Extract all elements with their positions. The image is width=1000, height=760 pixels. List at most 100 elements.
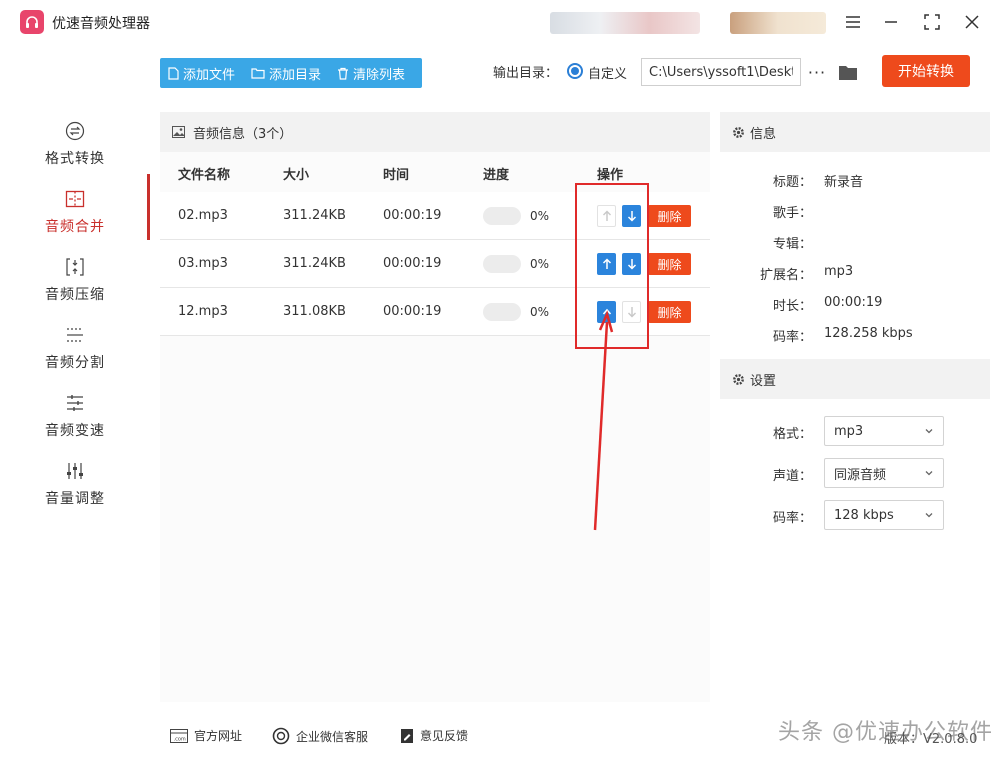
output-path-input[interactable]: [641, 58, 801, 86]
sidebar-active-indicator: [147, 174, 150, 240]
progress-percent: 0%: [530, 209, 550, 223]
folder-icon[interactable]: [836, 60, 860, 84]
menu-icon[interactable]: [840, 10, 866, 34]
wechat-label: 企业微信客服: [296, 729, 369, 744]
progress-percent: 0%: [530, 257, 550, 271]
file-toolbar: 添加文件 添加目录 清除列表: [160, 58, 422, 88]
bitrate-select[interactable]: 128 kbps: [824, 500, 944, 530]
start-convert-button[interactable]: 开始转换: [882, 55, 970, 87]
chevron-down-icon: [925, 429, 933, 434]
output-directory-label: 输出目录：: [493, 66, 559, 81]
wechat-service-link[interactable]: 企业微信客服: [272, 727, 368, 745]
settings-panel: 设置 格式： mp3 声道： 同源音频 码率： 128 kbps: [720, 359, 990, 702]
feedback-link[interactable]: 意见反馈: [400, 727, 468, 744]
file-name: 12.mp3: [178, 304, 228, 319]
sidebar: 格式转换 音频合并 音频压缩 音频分割 音频变速 音量调整: [0, 44, 150, 700]
info-label: 歌手：: [772, 206, 812, 221]
setting-label: 码率：: [772, 511, 812, 526]
add-folder-button[interactable]: 添加目录: [243, 58, 329, 88]
file-icon: [168, 66, 179, 80]
sidebar-item-label: 音频合并: [45, 219, 105, 235]
progress-percent: 0%: [530, 305, 550, 319]
audio-merge-icon: [64, 188, 86, 210]
column-time: 时间: [383, 168, 410, 183]
chat-icon: [272, 727, 290, 745]
sidebar-item-format-convert[interactable]: 格式转换: [0, 114, 150, 176]
title-bar: 优速音频处理器: [0, 0, 1000, 44]
file-size: 311.08KB: [283, 304, 346, 319]
feedback-label: 意见反馈: [420, 729, 469, 743]
settings-header: 设置: [720, 359, 990, 399]
info-label: 时长：: [772, 299, 812, 314]
setting-label: 格式：: [772, 427, 812, 442]
column-size: 大小: [283, 168, 310, 183]
official-website-link[interactable]: .com 官方网址: [170, 727, 242, 744]
sidebar-item-audio-compress[interactable]: 音频压缩: [0, 250, 150, 312]
volume-adjust-icon: [64, 460, 86, 482]
file-name: 03.mp3: [178, 256, 228, 271]
custom-directory-radio[interactable]: [567, 63, 583, 79]
folder-outline-icon: [251, 68, 265, 79]
file-duration: 00:00:19: [383, 304, 442, 319]
delete-button[interactable]: 删除: [648, 205, 691, 227]
file-size: 311.24KB: [283, 208, 346, 223]
gear-icon: [733, 373, 744, 385]
file-duration: 00:00:19: [383, 256, 442, 271]
delete-button[interactable]: 删除: [648, 253, 691, 275]
format-select[interactable]: mp3: [824, 416, 944, 446]
add-file-button[interactable]: 添加文件: [160, 58, 243, 88]
column-progress: 进度: [483, 168, 510, 183]
chevron-down-icon: [925, 513, 933, 518]
format-convert-icon: [64, 120, 86, 142]
format-value: mp3: [834, 423, 864, 439]
footer: .com 官方网址 企业微信客服 意见反馈 头条 @优速办公软件 版本：V2.0…: [150, 712, 1000, 760]
version-text: 版本：V2.0.8.0: [884, 732, 978, 747]
trash-icon: [338, 67, 349, 80]
sidebar-item-label: 音量调整: [45, 491, 105, 507]
sidebar-item-label: 格式转换: [45, 151, 105, 167]
info-label: 码率：: [772, 330, 812, 345]
sidebar-item-audio-speed[interactable]: 音频变速: [0, 386, 150, 448]
file-count-title: 音频信息（3个）: [193, 126, 293, 142]
info-value: 新录音: [824, 175, 864, 190]
info-value: 00:00:19: [824, 295, 883, 310]
website-icon: .com: [170, 728, 188, 743]
sidebar-item-audio-merge[interactable]: 音频合并: [0, 182, 150, 244]
file-duration: 00:00:19: [383, 208, 442, 223]
svg-text:.com: .com: [174, 736, 186, 742]
delete-button[interactable]: 删除: [648, 301, 691, 323]
blurred-user-info: [550, 12, 700, 34]
image-icon: [172, 126, 185, 138]
feedback-icon: [400, 728, 414, 744]
info-label: 专辑：: [772, 237, 812, 252]
blurred-user-avatar: [730, 12, 826, 34]
sidebar-item-audio-split[interactable]: 音频分割: [0, 318, 150, 380]
sidebar-item-volume-adjust[interactable]: 音量调整: [0, 454, 150, 516]
info-label: 扩展名：: [759, 268, 812, 283]
channel-value: 同源音频: [834, 467, 887, 483]
more-options-button[interactable]: ···: [806, 60, 828, 84]
info-label: 标题：: [772, 175, 812, 190]
clear-list-label: 清除列表: [353, 67, 406, 83]
annotation-highlight-box: [575, 183, 649, 349]
progress-bar: [483, 303, 521, 321]
bitrate-value: 128 kbps: [834, 507, 894, 523]
progress-bar: [483, 207, 521, 225]
close-icon[interactable]: [959, 10, 985, 34]
maximize-icon[interactable]: [919, 10, 945, 34]
info-value: 128.258 kbps: [824, 326, 913, 341]
audio-split-icon: [64, 324, 86, 346]
website-label: 官方网址: [194, 729, 243, 743]
app-logo-icon: [20, 10, 44, 34]
minimize-icon[interactable]: [878, 10, 904, 34]
file-size: 311.24KB: [283, 256, 346, 271]
info-title: 信息: [750, 126, 777, 142]
column-name: 文件名称: [178, 168, 231, 183]
sidebar-item-label: 音频分割: [45, 355, 105, 371]
app-title: 优速音频处理器: [52, 16, 150, 32]
progress-bar: [483, 255, 521, 273]
info-value: mp3: [824, 264, 854, 279]
clear-list-button[interactable]: 清除列表: [329, 58, 413, 88]
file-list-header: 音频信息（3个）: [160, 112, 710, 152]
channel-select[interactable]: 同源音频: [824, 458, 944, 488]
